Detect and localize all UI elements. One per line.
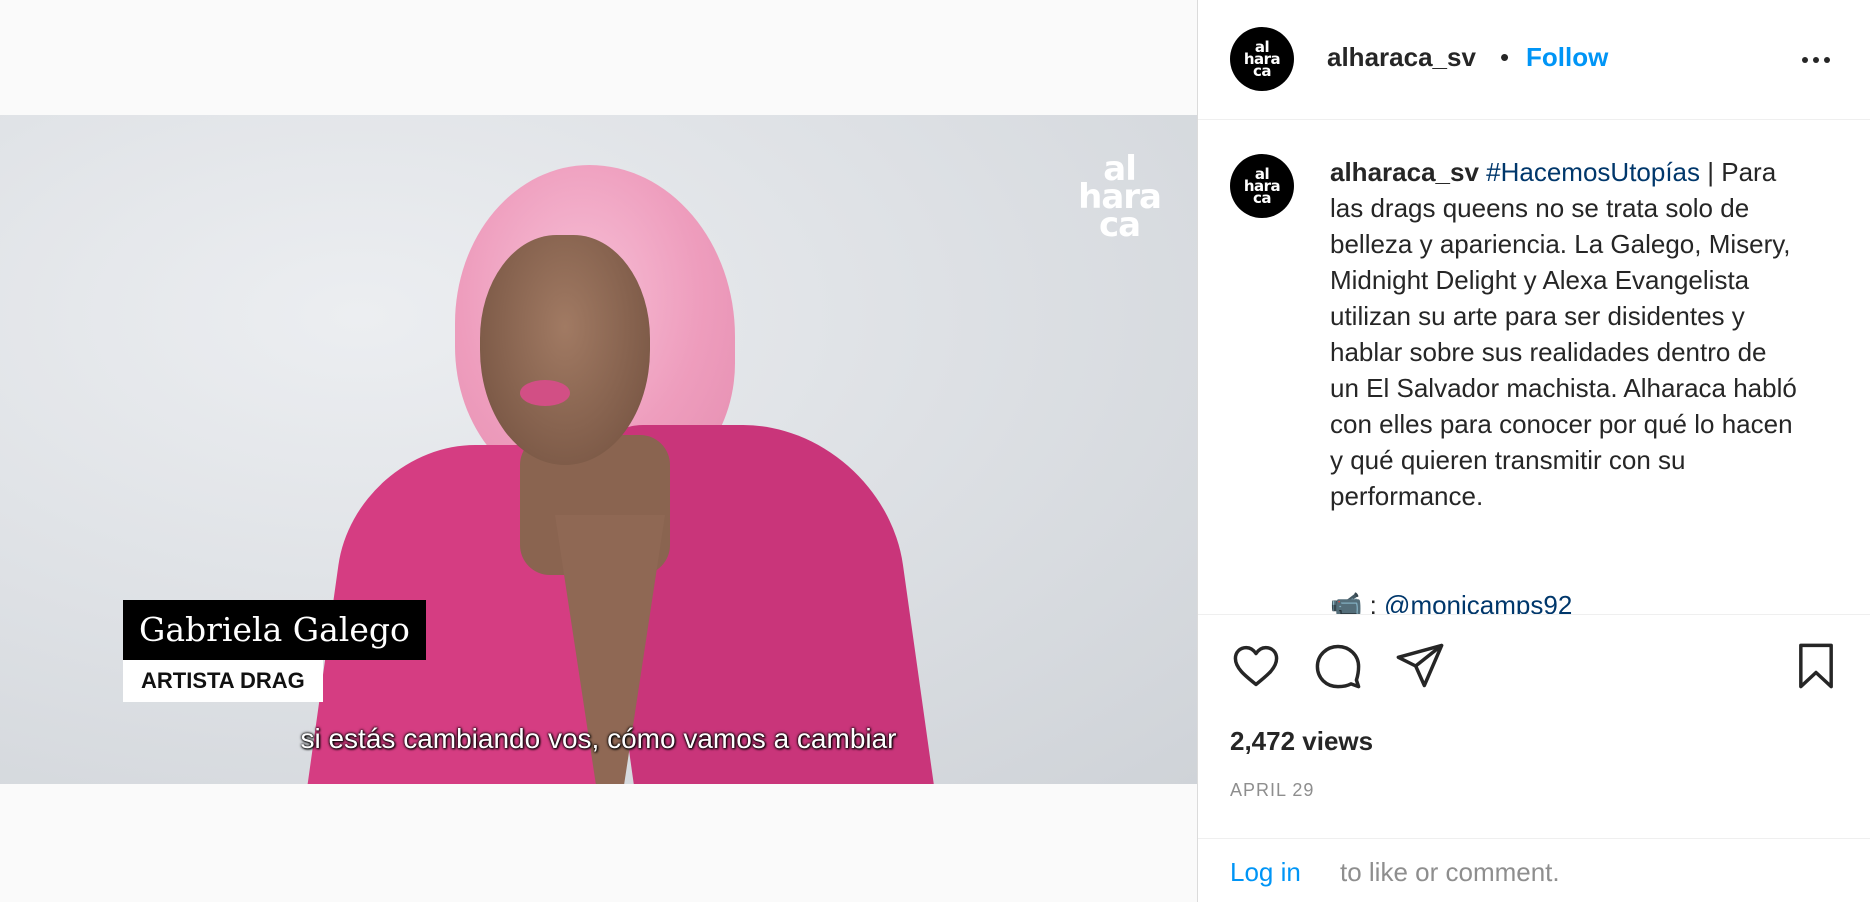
post-actions bbox=[1230, 640, 1840, 700]
caption-username[interactable]: alharaca_sv bbox=[1330, 157, 1479, 187]
login-link[interactable]: Log in bbox=[1230, 857, 1301, 888]
video-subtitle: si estás cambiando vos, cómo vamos a cam… bbox=[300, 723, 897, 754]
header-username[interactable]: alharaca_sv bbox=[1327, 42, 1476, 73]
follow-button[interactable]: Follow bbox=[1526, 42, 1608, 73]
post-panel: al hara ca alharaca_sv • Follow al hara … bbox=[1198, 0, 1870, 902]
lower-third: Gabriela Galego ARTISTA DRAG bbox=[123, 600, 426, 702]
header-separator: • bbox=[1500, 42, 1510, 72]
avatar[interactable]: al hara ca bbox=[1230, 154, 1294, 218]
speaker-name: Gabriela Galego bbox=[123, 600, 426, 660]
video-player[interactable]: al hara ca Gabriela Galego ARTISTA DRAG … bbox=[0, 115, 1197, 784]
paper-plane-icon[interactable] bbox=[1394, 640, 1446, 692]
video-frame-face bbox=[480, 235, 650, 465]
view-count[interactable]: 2,472 views bbox=[1230, 726, 1373, 757]
post-date[interactable]: APRIL 29 bbox=[1230, 780, 1314, 801]
video-frame-lips bbox=[520, 380, 570, 406]
heart-icon[interactable] bbox=[1230, 640, 1282, 692]
login-footer: Log in to like or comment. bbox=[1198, 838, 1870, 902]
post-header: al hara ca alharaca_sv • Follow bbox=[1198, 0, 1870, 120]
credit-handle[interactable]: @monicamps92 bbox=[1384, 590, 1572, 614]
caption-credit: 📹 : @monicamps92 bbox=[1330, 590, 1572, 615]
media-area: al hara ca Gabriela Galego ARTISTA DRAG … bbox=[0, 0, 1198, 902]
bookmark-icon[interactable] bbox=[1790, 640, 1842, 692]
caption-text: | Para las drags queens no se trata solo… bbox=[1330, 157, 1797, 511]
login-prompt: to like or comment. bbox=[1340, 857, 1560, 887]
caption-area[interactable]: al hara ca alharaca_sv #HacemosUtopías |… bbox=[1198, 120, 1870, 615]
more-horizontal-icon[interactable] bbox=[1796, 40, 1836, 80]
speaker-role: ARTISTA DRAG bbox=[123, 660, 323, 702]
video-camera-icon: 📹 bbox=[1330, 590, 1363, 615]
avatar[interactable]: al hara ca bbox=[1230, 27, 1294, 91]
credit-separator: : bbox=[1362, 590, 1385, 615]
post-caption: alharaca_sv #HacemosUtopías | Para las d… bbox=[1330, 154, 1800, 514]
brand-watermark: al hara ca bbox=[1078, 149, 1162, 245]
comment-icon[interactable] bbox=[1312, 640, 1364, 692]
caption-hashtag[interactable]: #HacemosUtopías bbox=[1486, 157, 1700, 187]
